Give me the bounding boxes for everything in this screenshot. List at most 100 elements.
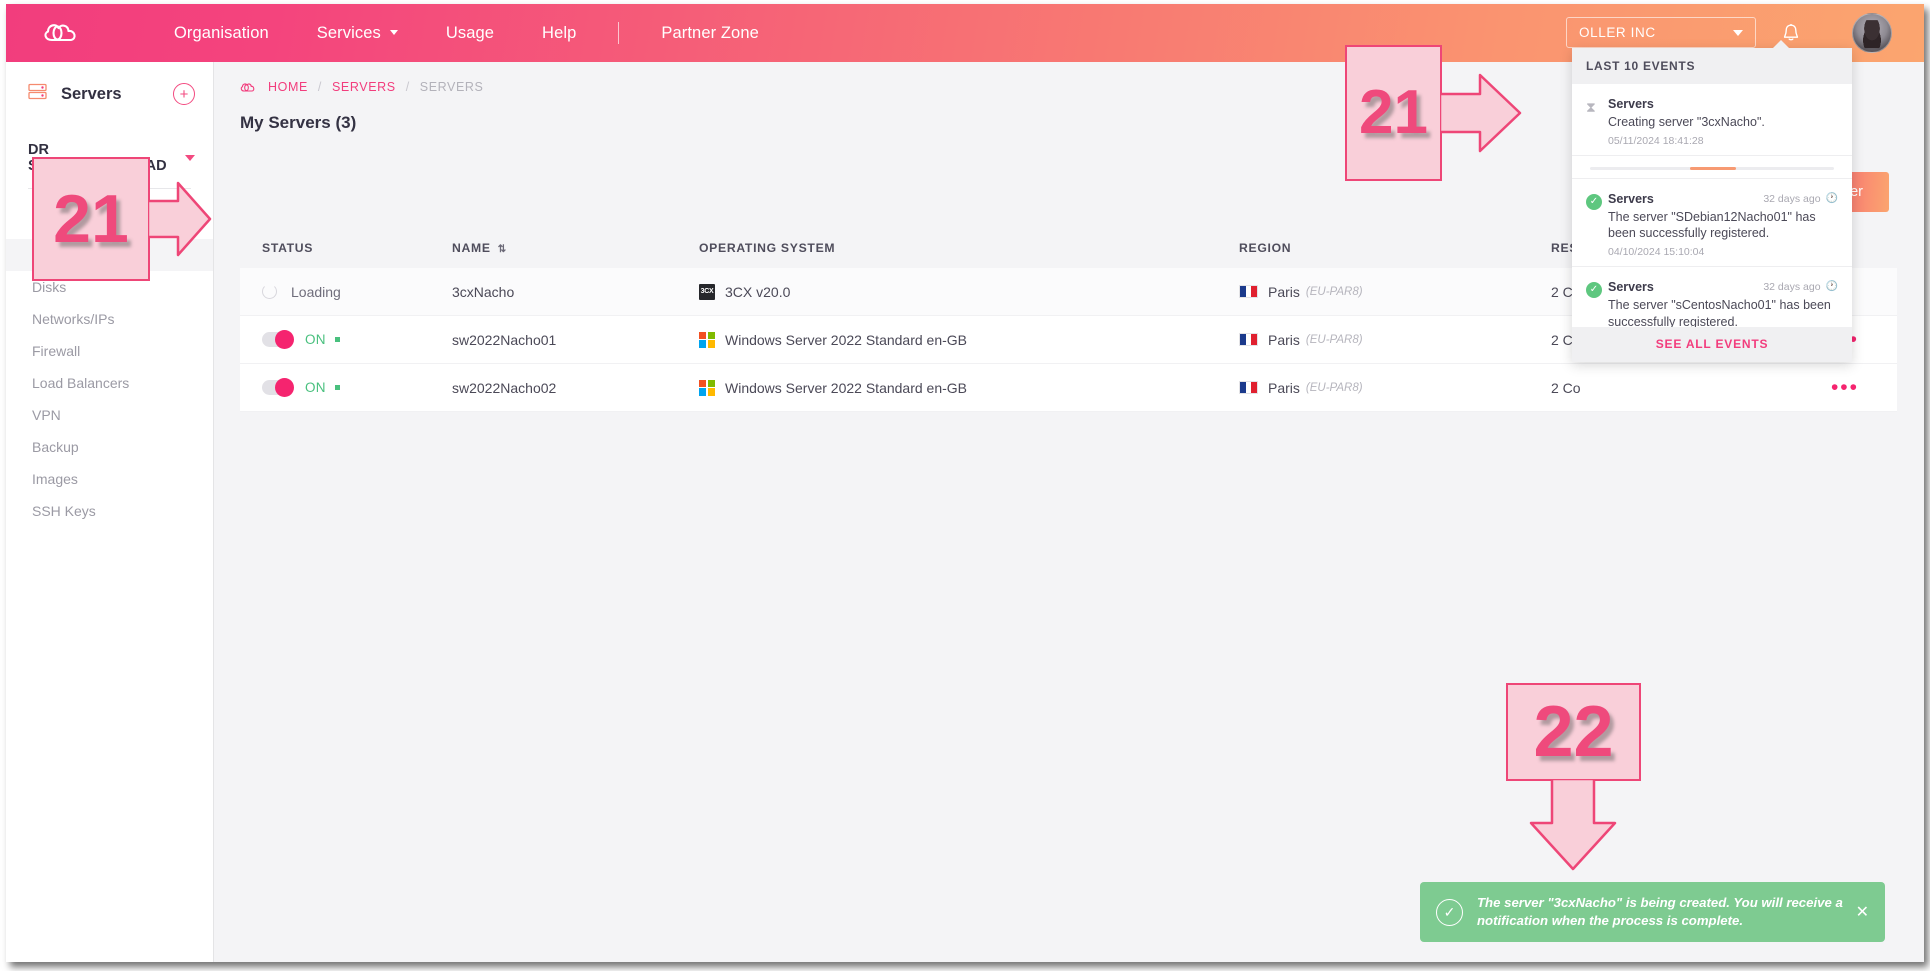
sidebar-item-label: Backup bbox=[32, 439, 79, 455]
sidebar-item-images[interactable]: Images bbox=[6, 463, 213, 495]
nav-label: Help bbox=[542, 24, 577, 42]
nav-label: Partner Zone bbox=[661, 24, 759, 42]
server-rack-icon bbox=[28, 82, 47, 106]
region-label: Paris bbox=[1268, 283, 1300, 300]
column-label: REGION bbox=[1239, 241, 1292, 255]
status-label: Loading bbox=[291, 283, 341, 300]
column-label: STATUS bbox=[262, 241, 314, 255]
check-circle-icon: ✓ bbox=[1436, 898, 1463, 926]
organisation-selector[interactable]: OLLER INC bbox=[1566, 17, 1756, 48]
sidebar-item-load-balancers[interactable]: Load Balancers bbox=[6, 367, 213, 399]
status-dot-icon bbox=[334, 385, 340, 390]
status-dot-icon bbox=[334, 337, 340, 342]
region-label: Paris bbox=[1268, 331, 1300, 348]
power-toggle[interactable] bbox=[262, 330, 294, 349]
column-label: NAME bbox=[452, 241, 491, 255]
breadcrumb-current: SERVERS bbox=[419, 80, 484, 94]
column-header-status[interactable]: STATUS bbox=[240, 241, 452, 255]
project-name: DR Server_Nacho_MAD bbox=[28, 142, 167, 174]
chevron-down-icon bbox=[389, 30, 398, 35]
os-label: Windows Server 2022 Standard en-GB bbox=[725, 379, 968, 396]
os-label: Windows Server 2022 Standard en-GB bbox=[725, 331, 968, 348]
clock-icon: 🕐 bbox=[1825, 193, 1838, 205]
cell-name[interactable]: sw2022Nacho02 bbox=[452, 380, 699, 396]
cell-operating-system: Windows Server 2022 Standard en-GB bbox=[699, 331, 1239, 348]
notification-category: Servers bbox=[1608, 279, 1654, 294]
cell-resources: 2 Co bbox=[1551, 379, 1581, 396]
toggle-knob bbox=[275, 330, 294, 349]
nav-divider bbox=[618, 22, 620, 44]
cloud-logo[interactable] bbox=[41, 18, 85, 48]
chevron-down-icon bbox=[185, 155, 195, 161]
nav-item-partner-zone[interactable]: Partner Zone bbox=[637, 4, 783, 62]
notification-item[interactable]: ⧗ Servers Creating server "3cxNacho". 05… bbox=[1572, 84, 1852, 156]
cloud-icon bbox=[240, 82, 257, 93]
os-label: 3CX v20.0 bbox=[725, 283, 791, 300]
check-circle-icon: ✓ bbox=[1586, 192, 1608, 258]
sidebar-item-backup[interactable]: Backup bbox=[6, 431, 213, 463]
breadcrumb-servers[interactable]: SERVERS bbox=[332, 80, 396, 94]
france-flag-icon bbox=[1239, 381, 1258, 394]
notifications-panel: LAST 10 EVENTS ⧗ Servers Creating server… bbox=[1572, 48, 1852, 362]
cell-name[interactable]: 3cxNacho bbox=[452, 284, 699, 300]
region-code: (EU-PAR8) bbox=[1305, 333, 1363, 346]
sidebar-item-label: Networks/IPs bbox=[32, 311, 115, 327]
clock-icon: 🕐 bbox=[1825, 281, 1838, 293]
sidebar-item-ssh-keys[interactable]: SSH Keys bbox=[6, 495, 213, 527]
loading-spinner-icon bbox=[262, 284, 277, 299]
sidebar-item-summary[interactable]: Summary bbox=[6, 207, 213, 239]
sidebar-item-firewall[interactable]: Firewall bbox=[6, 335, 213, 367]
chevron-down-icon bbox=[1733, 29, 1743, 36]
sidebar-divider bbox=[28, 188, 191, 189]
project-selector[interactable]: DR Server_Nacho_MAD bbox=[28, 142, 195, 174]
notification-meta: Servers 32 days ago 🕐 bbox=[1608, 280, 1838, 294]
windows-logo-icon bbox=[699, 331, 715, 348]
column-header-region[interactable]: REGION bbox=[1239, 241, 1551, 255]
sidebar-item-disks[interactable]: Disks bbox=[6, 271, 213, 303]
row-actions-button[interactable]: ••• bbox=[1831, 377, 1859, 398]
sort-icon[interactable]: ⇅ bbox=[498, 245, 507, 255]
main-nav: Organisation Services Usage Help Partner… bbox=[150, 4, 783, 62]
breadcrumb-home[interactable]: HOME bbox=[268, 80, 308, 94]
cell-region: Paris (EU-PAR8) bbox=[1239, 284, 1551, 300]
notification-category: Servers bbox=[1608, 97, 1654, 111]
region-code: (EU-PAR8) bbox=[1305, 381, 1363, 394]
notification-item[interactable]: ✓ Servers 32 days ago 🕐 The server "sCen… bbox=[1572, 267, 1852, 327]
user-avatar[interactable] bbox=[1852, 13, 1892, 53]
see-all-events-link[interactable]: SEE ALL EVENTS bbox=[1572, 326, 1852, 362]
organisation-label: OLLER INC bbox=[1579, 25, 1656, 40]
sidebar-item-networks-ips[interactable]: Networks/IPs bbox=[6, 303, 213, 335]
windows-logo-icon bbox=[699, 379, 715, 396]
notifications-panel-pointer bbox=[1772, 40, 1790, 49]
close-icon[interactable]: ✕ bbox=[1856, 902, 1869, 922]
sidebar-item-vpn[interactable]: VPN bbox=[6, 399, 213, 431]
add-server-button[interactable]: + bbox=[173, 83, 195, 105]
sidebar-item-label: SSH Keys bbox=[32, 503, 96, 519]
check-circle-icon: ✓ bbox=[1586, 280, 1608, 319]
sidebar-item-servers[interactable]: Servers bbox=[6, 239, 213, 271]
nav-item-organisation[interactable]: Organisation bbox=[150, 4, 293, 62]
nav-item-help[interactable]: Help bbox=[518, 4, 600, 62]
column-header-operating-system[interactable]: OPERATING SYSTEM bbox=[699, 241, 1239, 255]
france-flag-icon bbox=[1239, 333, 1258, 346]
power-toggle[interactable] bbox=[262, 378, 294, 397]
sidebar-menu: Summary Servers Disks Networks/IPs Firew… bbox=[6, 207, 213, 527]
notification-item[interactable]: ✓ Servers 32 days ago 🕐 The server "SDeb… bbox=[1572, 177, 1852, 267]
cell-operating-system: Windows Server 2022 Standard en-GB bbox=[699, 379, 1239, 396]
toggle-knob bbox=[275, 378, 294, 397]
table-row[interactable]: ON sw2022Nacho02 Windows Server 2022 Sta… bbox=[240, 364, 1897, 412]
status-label: ON bbox=[305, 380, 326, 395]
cell-operating-system: 3CX 3CX v20.0 bbox=[699, 283, 1239, 300]
3cx-logo-icon: 3CX bbox=[699, 283, 715, 300]
toast-message: The server "3cxNacho" is being created. … bbox=[1477, 894, 1843, 928]
nav-item-services[interactable]: Services bbox=[293, 4, 422, 62]
nav-item-usage[interactable]: Usage bbox=[422, 4, 518, 62]
cell-name[interactable]: sw2022Nacho01 bbox=[452, 332, 699, 348]
sidebar-item-label: Summary bbox=[32, 215, 92, 231]
column-header-name[interactable]: NAME ⇅ bbox=[452, 241, 699, 255]
region-code: (EU-PAR8) bbox=[1305, 285, 1363, 298]
notification-progress-bar bbox=[1590, 166, 1834, 170]
nav-label: Organisation bbox=[174, 24, 269, 42]
notification-ago: 32 days ago bbox=[1763, 192, 1821, 205]
notification-message: The server "sCentosNacho01" has been suc… bbox=[1608, 297, 1831, 327]
